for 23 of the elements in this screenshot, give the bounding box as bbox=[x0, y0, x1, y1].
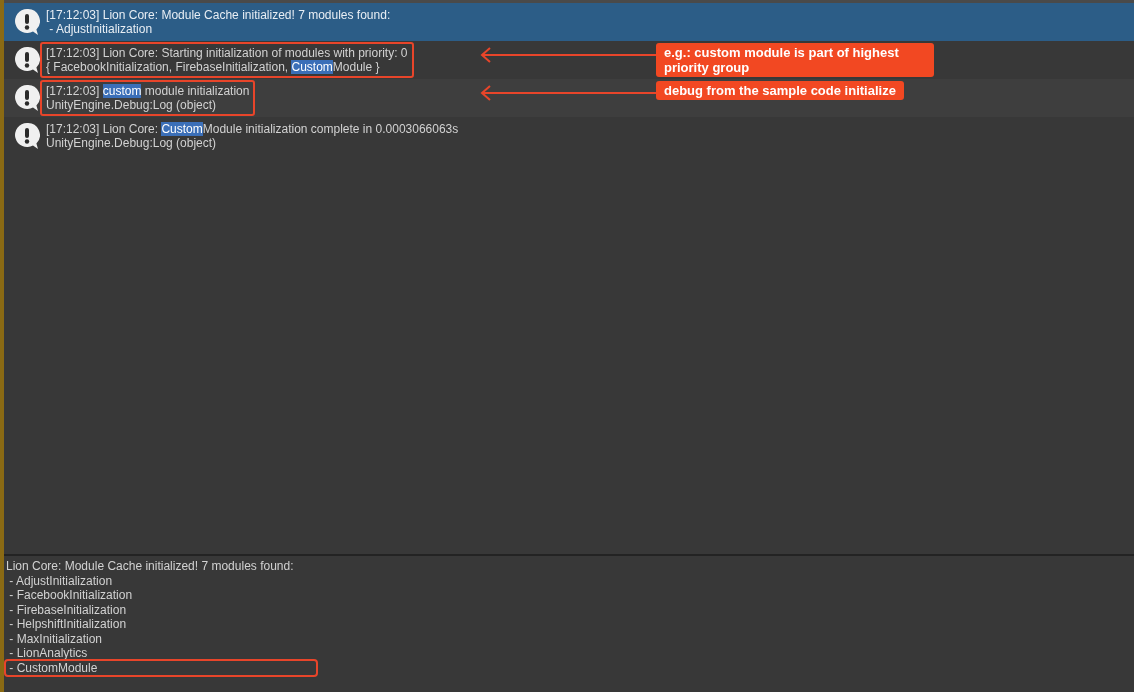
detail-text-line: - FirebaseInitialization bbox=[8, 602, 128, 617]
detail-text-line: - CustomModule bbox=[6, 660, 316, 675]
log-message-line: - AdjustInitialization bbox=[48, 22, 154, 36]
log-message-line: UnityEngine.Debug:Log (object) bbox=[46, 136, 218, 150]
detail-text-line: - MaxInitialization bbox=[8, 631, 104, 646]
warning-bubble-icon bbox=[14, 8, 40, 36]
warning-bubble-icon bbox=[14, 46, 40, 74]
log-message-line: [17:12:03] Lion Core: CustomModule initialization complete in 0.0003066063s bbox=[46, 122, 459, 136]
log-message-line: [17:12:03] Lion Core: Starting initialization of modules with priority: 0 bbox=[46, 46, 408, 60]
log-message-line: UnityEngine.Debug:Log (object) bbox=[46, 98, 218, 112]
detail-text-line: - AdjustInitialization bbox=[8, 573, 114, 588]
annotation-callout: e.g.: custom module is part of highest priority group bbox=[656, 43, 934, 77]
warning-bubble-icon bbox=[14, 122, 40, 150]
detail-text-line: - LionAnalytics bbox=[8, 646, 89, 661]
warning-bubble-icon bbox=[14, 84, 40, 112]
annotation-callout: debug from the sample code initialize bbox=[656, 81, 904, 100]
detail-text-line: Lion Core: Module Cache initialized! 7 modules found: bbox=[6, 559, 295, 574]
log-message-line: [17:12:03] custom module initialization bbox=[46, 84, 250, 98]
log-message-line: [17:12:03] Lion Core: Module Cache initialized! 7 modules found: bbox=[46, 8, 391, 22]
log-message-line: { FacebookInitialization, FirebaseInitialization, CustomModule } bbox=[46, 60, 381, 74]
log-entry[interactable]: [17:12:03] Lion Core: Module Cache initialized! 7 modules found: - AdjustInitialization bbox=[4, 3, 1134, 41]
detail-text-line: - HelpshiftInitialization bbox=[8, 617, 128, 632]
detail-text-line: - FacebookInitialization bbox=[8, 588, 134, 603]
